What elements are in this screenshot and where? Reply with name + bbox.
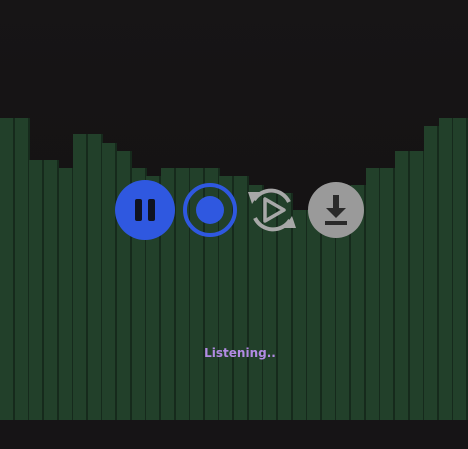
record-icon	[183, 183, 237, 237]
status-label: Listening..	[204, 346, 276, 360]
pause-button[interactable]	[115, 180, 175, 240]
record-button[interactable]	[180, 180, 240, 240]
download-icon	[325, 195, 347, 225]
footer-strip	[0, 420, 468, 449]
visualizer-bar	[365, 168, 381, 420]
visualizer-bar	[0, 118, 15, 420]
visualizer-bar	[58, 168, 74, 420]
download-button[interactable]	[308, 182, 364, 238]
visualizer-bar	[43, 160, 59, 420]
visualizer-bar	[29, 160, 45, 420]
visualizer-bar	[438, 118, 454, 420]
recorder-screen: Listening..	[0, 0, 468, 449]
recording-controls	[115, 180, 365, 244]
visualizer-bar	[409, 151, 425, 420]
visualizer-bar	[394, 151, 410, 420]
replay-button[interactable]	[242, 180, 302, 240]
visualizer-bar	[424, 126, 440, 420]
pause-icon	[135, 199, 155, 221]
visualizer-bar	[14, 118, 30, 420]
replay-icon	[248, 188, 296, 232]
visualizer-bar	[453, 118, 468, 420]
visualizer-bar	[380, 168, 396, 420]
visualizer-bar	[73, 134, 89, 420]
visualizer-bar	[87, 134, 103, 420]
